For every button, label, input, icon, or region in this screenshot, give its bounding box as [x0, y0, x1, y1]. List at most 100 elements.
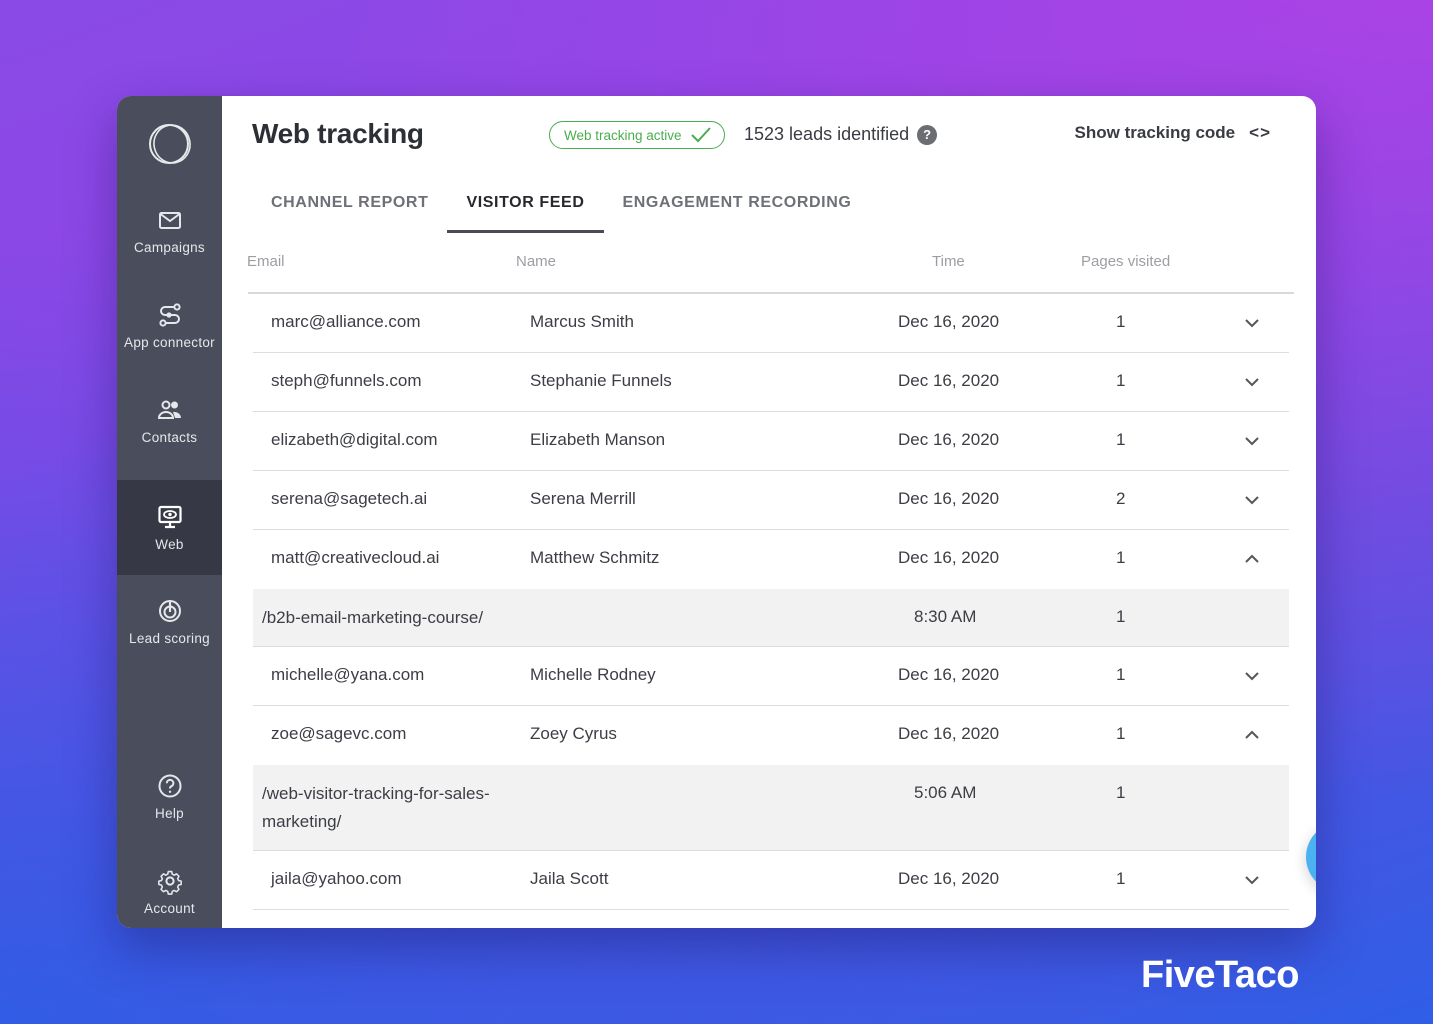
cell-name: Michelle Rodney [530, 665, 656, 684]
chevron-up-icon[interactable] [1243, 726, 1261, 744]
cell-pages: 1 [1116, 548, 1126, 567]
cell-email: jaila@yahoo.com [271, 869, 402, 888]
contacts-icon [157, 400, 181, 419]
table-row[interactable]: steph@funnels.com Stephanie Funnels Dec … [253, 353, 1289, 412]
sidebar-item-contacts[interactable]: Contacts [117, 373, 222, 468]
cell-pages: 1 [1116, 371, 1126, 390]
sidebar-label: Contacts [141, 430, 198, 445]
sidebar-item-web[interactable]: Web [117, 480, 222, 575]
tab-channel-report[interactable]: CHANNEL REPORT [252, 191, 447, 233]
check-icon [690, 127, 711, 143]
tab-engagement-recording[interactable]: ENGAGEMENT RECORDING [604, 191, 871, 233]
cell-time: Dec 16, 2020 [898, 430, 1000, 449]
cell-email: marc@alliance.com [271, 312, 421, 331]
sidebar-item-help[interactable]: Help [117, 749, 222, 844]
app-logo[interactable] [117, 116, 222, 172]
cell-time: Dec 16, 2020 [898, 724, 1000, 743]
cell-email: zoe@sagevc.com [271, 724, 407, 743]
cell-time: Dec 16, 2020 [898, 489, 1000, 508]
cell-name: Elizabeth Manson [530, 430, 666, 449]
column-header-name[interactable]: Name [516, 253, 556, 270]
sidebar-item-lead-scoring[interactable]: Lead scoring [117, 574, 222, 669]
cell-time: Dec 16, 2020 [898, 665, 1000, 684]
sidebar-label: Campaigns [134, 240, 205, 255]
sidebar-item-campaigns[interactable]: Campaigns [117, 183, 222, 278]
sidebar-label: App connector [124, 335, 215, 350]
sidebar-label: Lead scoring [129, 631, 210, 646]
cell-time: Dec 16, 2020 [898, 312, 1000, 331]
cell-name: Marcus Smith [530, 312, 634, 331]
code-brackets-icon: <> [1249, 123, 1271, 142]
status-badge-label: Web tracking active [564, 127, 682, 143]
cell-pages: 1 [1116, 665, 1126, 684]
show-tracking-code-button[interactable]: Show tracking code <> [1075, 123, 1271, 143]
mail-icon [158, 212, 181, 229]
chevron-down-icon[interactable] [1243, 373, 1261, 391]
chevron-down-icon[interactable] [1243, 667, 1261, 685]
cell-name: Stephanie Funnels [530, 371, 672, 390]
leads-count-text: 1523 leads identified [744, 124, 910, 144]
chevron-down-icon[interactable] [1243, 871, 1261, 889]
sidebar-item-account[interactable]: Account [117, 844, 222, 928]
table-row[interactable]: serena@sagetech.ai Serena Merrill Dec 16… [253, 471, 1289, 530]
help-icon [158, 774, 181, 798]
column-header-email[interactable]: Email [247, 253, 285, 270]
cell-pages: 1 [1116, 724, 1126, 743]
table-row[interactable]: marc@alliance.com Marcus Smith Dec 16, 2… [253, 294, 1289, 353]
sidebar-label: Account [144, 901, 195, 916]
cell-pages: 1 [1116, 312, 1126, 331]
chevron-up-icon[interactable] [1243, 550, 1261, 568]
page-header: Web tracking Web tracking active 1523 le… [222, 96, 1316, 176]
page-visit-detail-row: /web-visitor-tracking-for-sales-marketin… [253, 765, 1289, 851]
cell-email: elizabeth@digital.com [271, 430, 438, 449]
cell-name: Jaila Scott [530, 869, 609, 888]
sidebar-label: Help [155, 806, 184, 821]
table-row-expanded[interactable]: matt@creativecloud.ai Matthew Schmitz De… [253, 530, 1289, 589]
logo-rings-icon [148, 124, 191, 164]
chat-widget-button[interactable] [1306, 822, 1316, 892]
main-content: Web tracking Web tracking active 1523 le… [222, 96, 1316, 928]
sidebar: Campaigns App connector Contacts Web Lea… [117, 96, 222, 928]
table-row-expanded[interactable]: zoe@sagevc.com Zoey Cyrus Dec 16, 2020 1 [253, 706, 1289, 765]
monitor-eye-icon [157, 505, 182, 529]
page-visit-detail-row: /b2b-email-marketing-course/ 8:30 AM 1 [253, 589, 1289, 647]
cell-pages: 2 [1116, 489, 1126, 508]
tab-bar: CHANNEL REPORT VISITOR FEED ENGAGEMENT R… [252, 191, 870, 233]
table-row[interactable]: elizabeth@digital.com Elizabeth Manson D… [253, 412, 1289, 471]
tracking-status-badge: Web tracking active [549, 121, 725, 149]
brand-watermark: FiveTaco [1141, 954, 1299, 996]
sidebar-item-app-connector[interactable]: App connector [117, 278, 222, 373]
cell-pages: 1 [1116, 430, 1126, 449]
cell-page-path[interactable]: /b2b-email-marketing-course/ [262, 604, 527, 632]
cell-email: matt@creativecloud.ai [271, 548, 440, 567]
cell-visit-pages: 1 [1116, 783, 1126, 802]
chevron-down-icon[interactable] [1243, 314, 1261, 332]
gear-icon [157, 870, 182, 895]
column-header-time[interactable]: Time [932, 253, 965, 270]
app-window: Campaigns App connector Contacts Web Lea… [117, 96, 1316, 928]
page-title: Web tracking [252, 118, 424, 149]
chevron-down-icon[interactable] [1243, 432, 1261, 450]
column-header-pages-visited[interactable]: Pages visited [1081, 253, 1170, 270]
target-icon [158, 600, 181, 622]
chevron-down-icon[interactable] [1243, 491, 1261, 509]
sidebar-label: Web [155, 537, 184, 552]
tab-visitor-feed[interactable]: VISITOR FEED [447, 191, 604, 233]
cell-page-path[interactable]: /web-visitor-tracking-for-sales-marketin… [262, 780, 527, 836]
cell-visit-time: 8:30 AM [914, 607, 977, 626]
cell-time: Dec 16, 2020 [898, 869, 1000, 888]
cell-email: steph@funnels.com [271, 371, 422, 390]
table-row[interactable]: michelle@yana.com Michelle Rodney Dec 16… [253, 647, 1289, 706]
cell-visit-pages: 1 [1116, 607, 1126, 626]
connector-icon [158, 303, 181, 327]
cell-name: Serena Merrill [530, 489, 636, 508]
help-tooltip-icon[interactable]: ? [917, 124, 938, 145]
leads-count: 1523 leads identified ? [744, 124, 938, 145]
cell-time: Dec 16, 2020 [898, 548, 1000, 567]
table-row[interactable]: jaila@yahoo.com Jaila Scott Dec 16, 2020… [253, 851, 1289, 910]
cell-pages: 1 [1116, 869, 1126, 888]
cell-email: michelle@yana.com [271, 665, 425, 684]
show-tracking-code-label: Show tracking code [1074, 123, 1236, 142]
visitor-feed-table: marc@alliance.com Marcus Smith Dec 16, 2… [253, 294, 1289, 910]
cell-name: Zoey Cyrus [530, 724, 617, 743]
